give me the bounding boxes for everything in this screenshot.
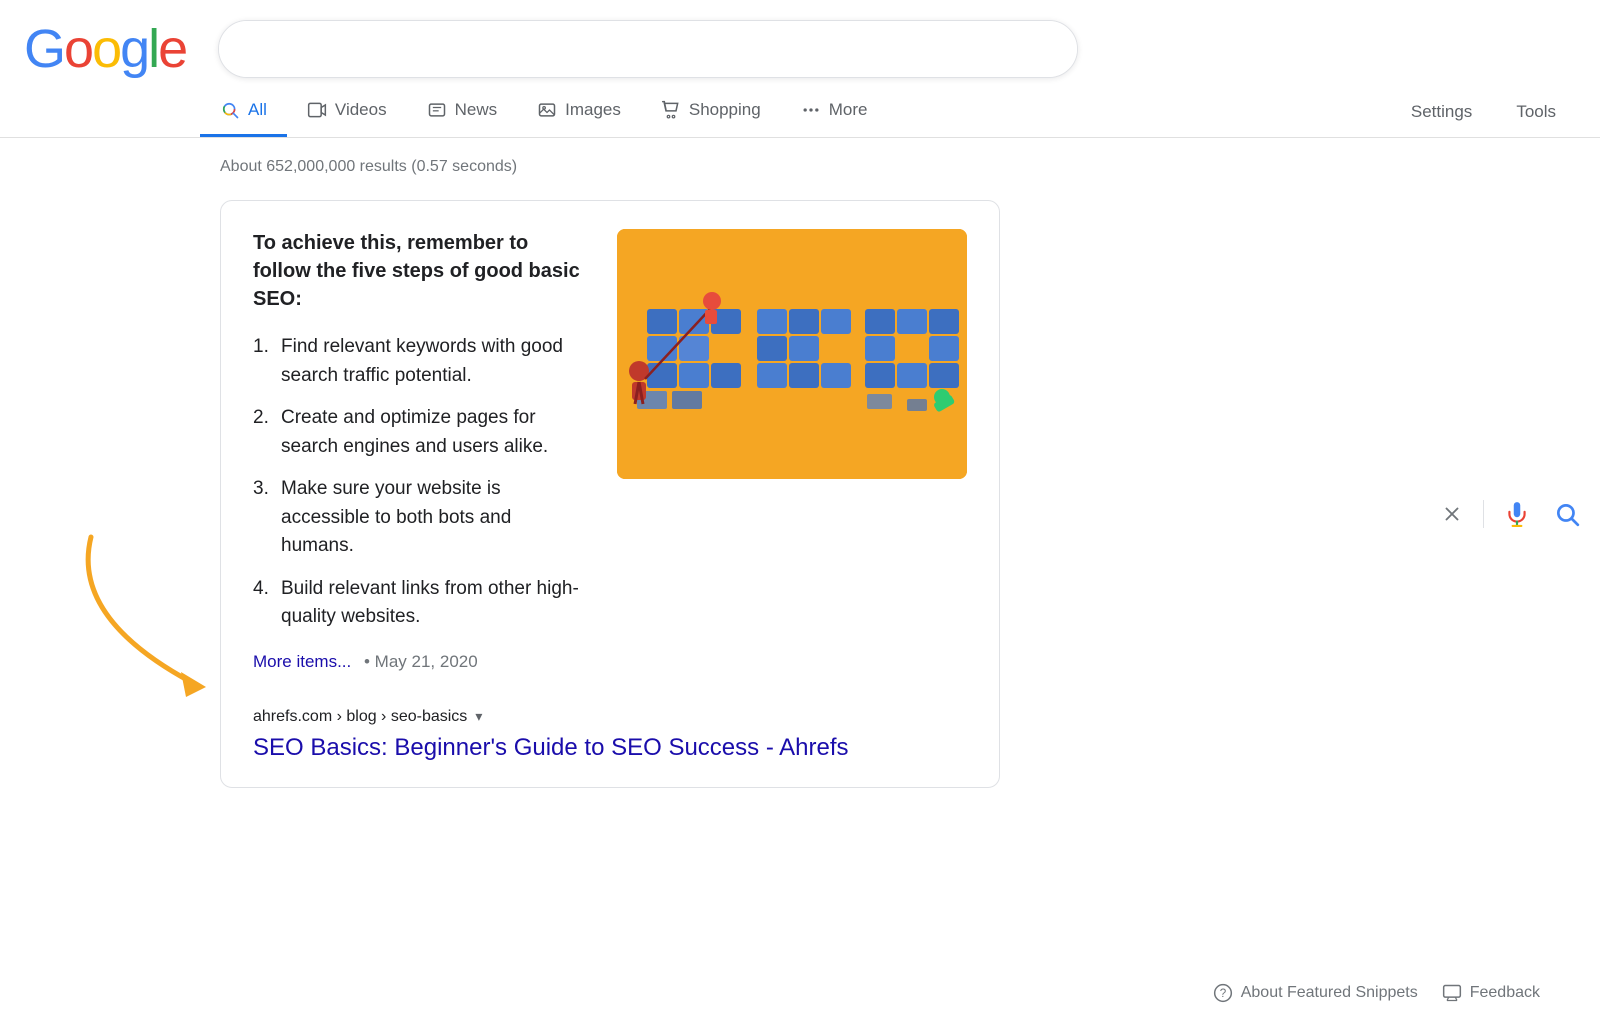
more-dots-icon <box>801 100 821 120</box>
settings-label: Settings <box>1411 102 1472 122</box>
tab-news[interactable]: News <box>407 86 518 137</box>
search-input[interactable]: how to do seo <box>219 21 1077 77</box>
list-item: 1. Find relevant keywords with good sear… <box>253 333 585 390</box>
list-item: 4. Build relevant links from other high-… <box>253 575 585 632</box>
tab-videos[interactable]: Videos <box>287 86 407 137</box>
close-icon <box>1441 503 1463 525</box>
microphone-icon <box>1504 501 1530 527</box>
more-items-row: More items... • May 21, 2020 <box>253 652 585 672</box>
tab-all-label: All <box>248 100 267 120</box>
tab-images-label: Images <box>565 100 621 120</box>
divider <box>1483 500 1484 528</box>
tab-settings[interactable]: Settings <box>1391 88 1492 136</box>
snippet-list: 1. Find relevant keywords with good sear… <box>253 333 585 632</box>
news-icon <box>427 100 447 120</box>
list-item: 3. Make sure your website is accessible … <box>253 475 585 561</box>
tab-videos-label: Videos <box>335 100 387 120</box>
images-icon <box>537 100 557 120</box>
voice-search-button[interactable] <box>1500 497 1534 531</box>
about-snippets-label: About Featured Snippets <box>1241 984 1418 1002</box>
results-count: About 652,000,000 results (0.57 seconds) <box>220 158 1000 176</box>
nav-right: Settings Tools <box>1391 88 1600 136</box>
tab-more[interactable]: More <box>781 86 888 137</box>
featured-snippet-card: To achieve this, remember to follow the … <box>220 200 1000 788</box>
main-content: About 652,000,000 results (0.57 seconds)… <box>0 138 1000 788</box>
nav-tabs: All Videos News Images S <box>0 86 1600 138</box>
tab-tools[interactable]: Tools <box>1496 88 1576 136</box>
google-logo: Google <box>24 18 186 80</box>
tab-shopping-label: Shopping <box>689 100 761 120</box>
tab-news-label: News <box>455 100 498 120</box>
result-title-link[interactable]: SEO Basics: Beginner's Guide to SEO Succ… <box>253 734 849 761</box>
feedback-label: Feedback <box>1470 984 1540 1002</box>
video-icon <box>307 100 327 120</box>
tab-shopping[interactable]: Shopping <box>641 86 781 137</box>
footer-area: ? About Featured Snippets Feedback <box>1213 983 1540 1003</box>
arrow-annotation <box>61 527 241 707</box>
tab-all[interactable]: All <box>200 86 287 137</box>
tab-more-label: More <box>829 100 868 120</box>
source-row: ahrefs.com › blog › seo-basics ▾ SEO Bas… <box>253 692 967 763</box>
list-item: 2. Create and optimize pages for search … <box>253 404 585 461</box>
about-featured-snippets[interactable]: ? About Featured Snippets <box>1213 983 1418 1003</box>
svg-text:?: ? <box>1219 987 1226 1000</box>
search-bar: how to do seo <box>218 20 1078 78</box>
more-items-link[interactable]: More items... <box>253 652 351 671</box>
help-icon: ? <box>1213 983 1233 1003</box>
header: Google how to do seo <box>0 0 1600 80</box>
feedback-icon <box>1442 983 1462 1003</box>
snippet-text-area: To achieve this, remember to follow the … <box>253 229 585 672</box>
breadcrumb-dropdown[interactable]: ▾ <box>475 708 482 725</box>
snippet-inner: To achieve this, remember to follow the … <box>253 229 967 672</box>
seo-illustration <box>617 229 967 479</box>
shopping-icon <box>661 100 681 120</box>
tab-images[interactable]: Images <box>517 86 641 137</box>
feedback-link[interactable]: Feedback <box>1442 983 1540 1003</box>
search-icon <box>1554 501 1580 527</box>
search-icon <box>220 100 240 120</box>
snippet-date: • May 21, 2020 <box>364 652 478 671</box>
breadcrumb: ahrefs.com › blog › seo-basics ▾ <box>253 708 967 726</box>
clear-button[interactable] <box>1437 499 1467 529</box>
seo-image <box>617 229 967 479</box>
tools-label: Tools <box>1516 102 1556 122</box>
search-button[interactable] <box>1550 497 1584 531</box>
snippet-heading: To achieve this, remember to follow the … <box>253 229 585 313</box>
search-actions <box>1437 497 1584 531</box>
